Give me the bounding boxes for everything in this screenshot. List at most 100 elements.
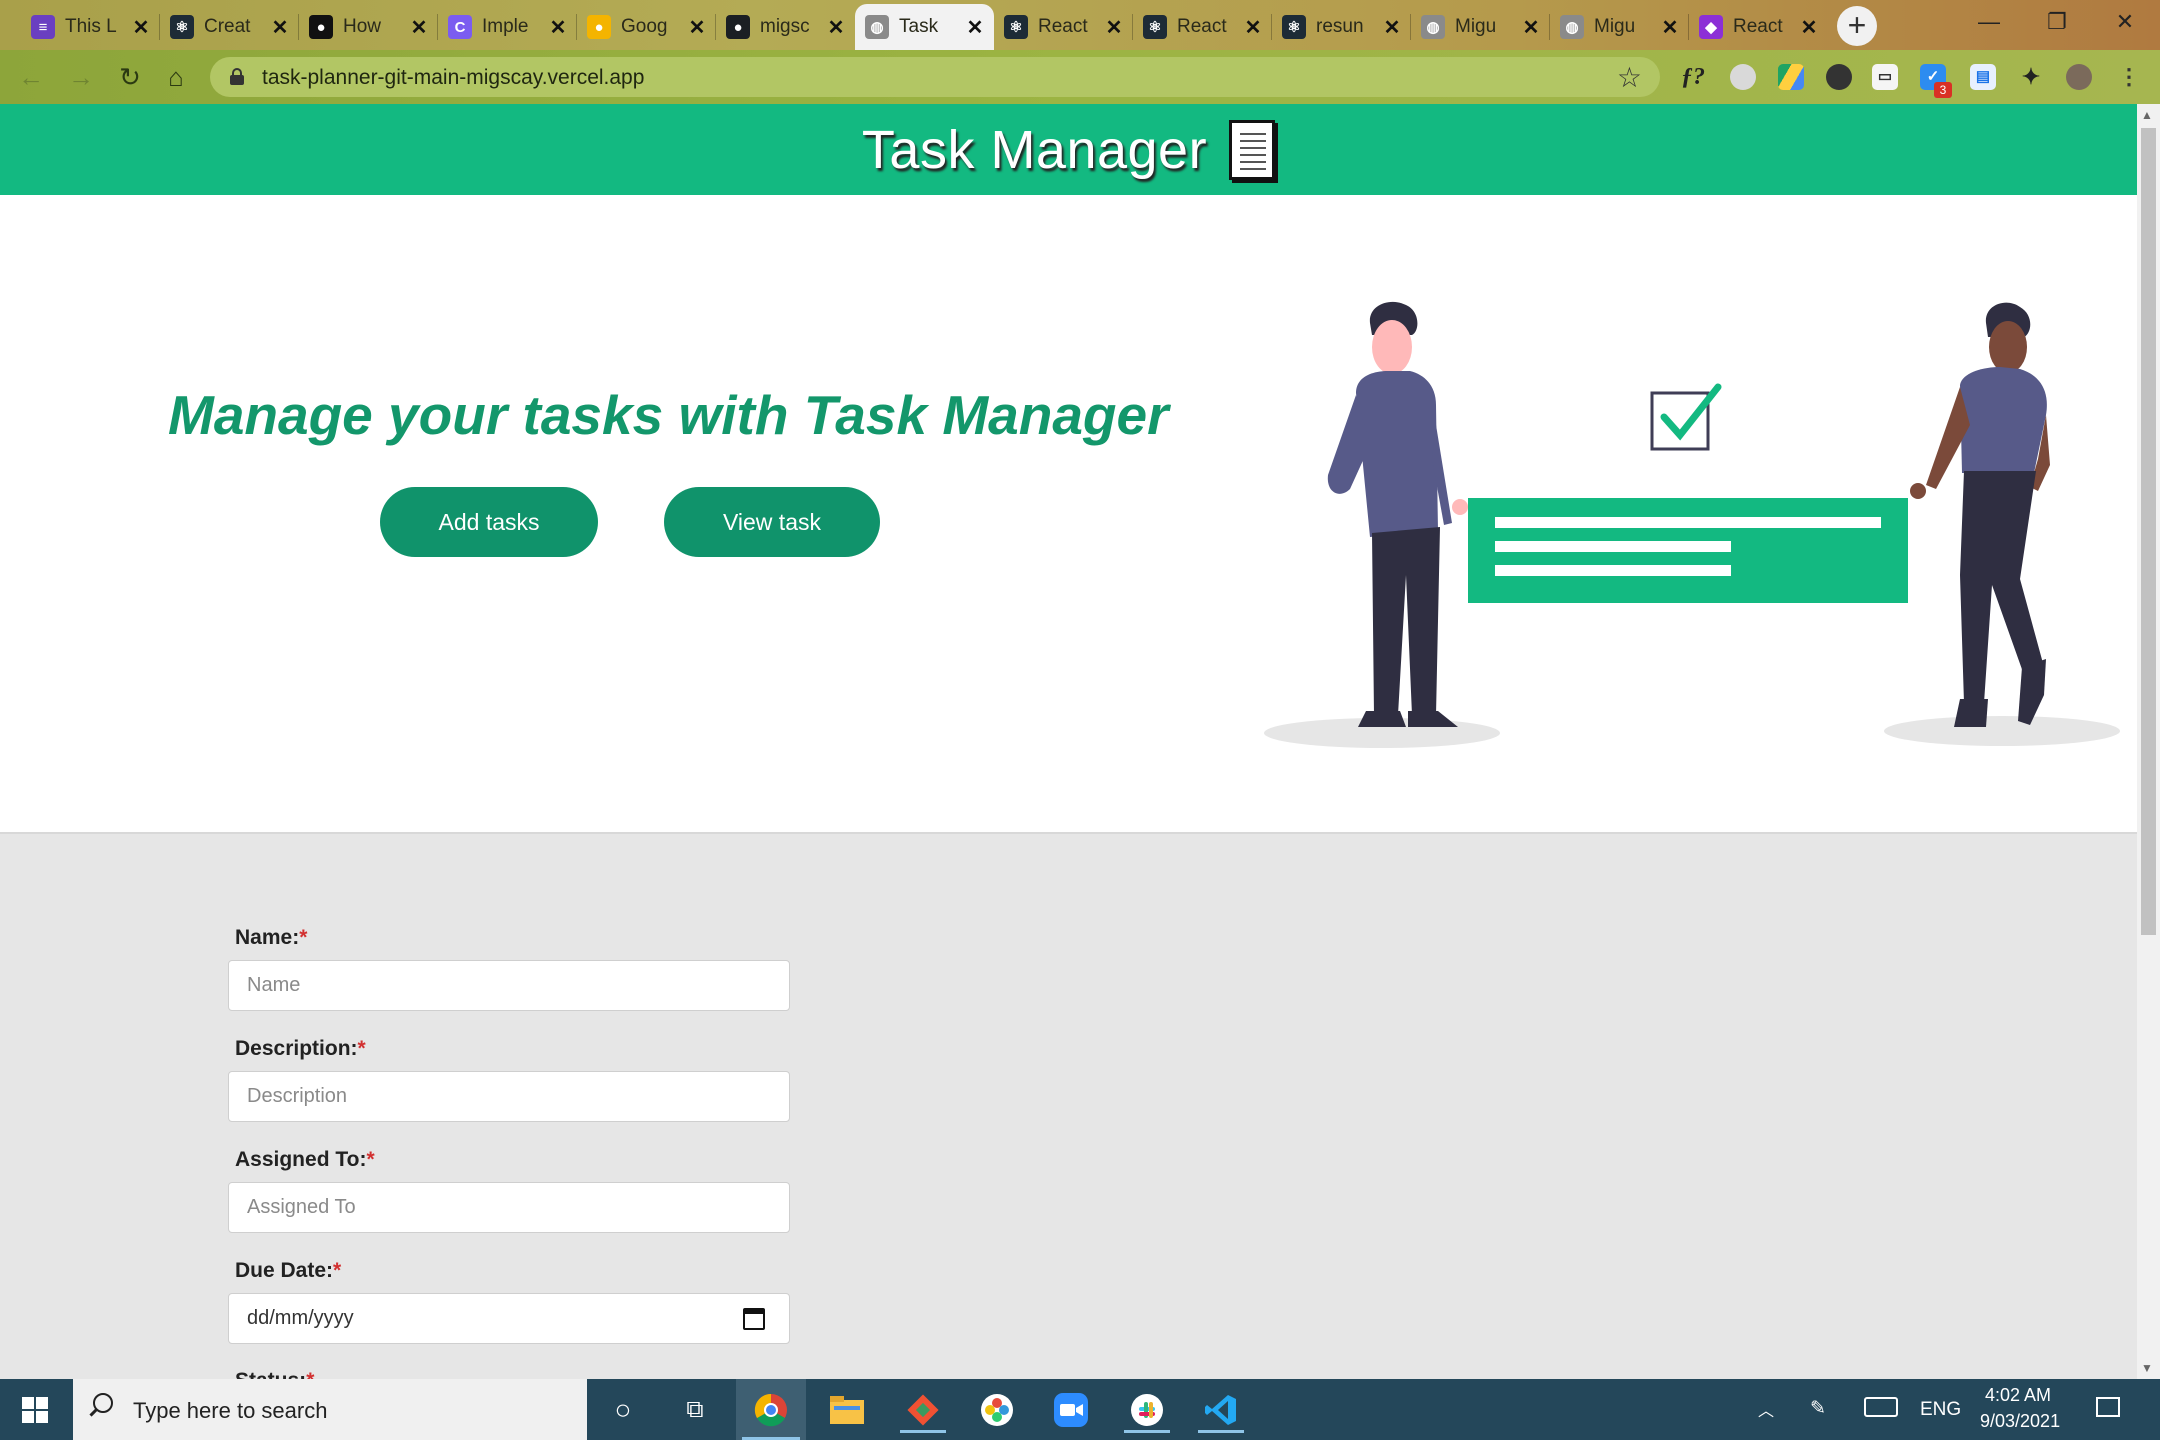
new-tab-button[interactable]: + xyxy=(1837,6,1877,46)
browser-tab[interactable]: ● Goog ✕ xyxy=(577,4,716,50)
close-tab-icon[interactable]: ✕ xyxy=(825,15,847,40)
minimize-button[interactable]: — xyxy=(1955,0,2023,46)
slack-app-icon[interactable] xyxy=(1124,1387,1170,1433)
photos-app-icon[interactable] xyxy=(974,1387,1020,1433)
browser-tab-strip: + — ❐ ✕ ≡ This L ✕ ⚛ Creat ✕ ● How ✕ C Imple ✕ ● Goog… xyxy=(0,0,2160,50)
browser-tab-label: Migu xyxy=(1455,16,1497,37)
browser-tab-label: Imple xyxy=(482,16,529,37)
task-view-icon[interactable]: ⧉ xyxy=(672,1387,718,1433)
browser-tab[interactable]: ⚛ resun ✕ xyxy=(1272,4,1411,50)
stack-icon: ◆ xyxy=(1699,15,1723,39)
browser-tab[interactable]: ● How ✕ xyxy=(299,4,438,50)
name-label: Name:* xyxy=(235,926,308,949)
due-date-label: Due Date:* xyxy=(235,1259,342,1282)
close-tab-icon[interactable]: ✕ xyxy=(1798,15,1820,40)
browser-tab[interactable]: ⚛ React ✕ xyxy=(1133,4,1272,50)
windows-start-icon[interactable] xyxy=(22,1397,48,1423)
globe-icon: ◍ xyxy=(865,15,889,39)
hero-heading: Manage your tasks with Task Manager xyxy=(168,384,1169,446)
close-window-button[interactable]: ✕ xyxy=(2091,0,2159,46)
close-tab-icon[interactable]: ✕ xyxy=(269,15,291,40)
close-tab-icon[interactable]: ✕ xyxy=(1659,15,1681,40)
clock-time[interactable]: 4:02 AM xyxy=(1985,1385,2051,1406)
browser-tab[interactable]: ≡ This L ✕ xyxy=(21,4,160,50)
react-icon: ⚛ xyxy=(1282,15,1306,39)
assigned-to-input[interactable] xyxy=(228,1182,790,1233)
calendar-icon[interactable] xyxy=(743,1308,765,1330)
scrollbar-thumb[interactable] xyxy=(2141,128,2156,935)
close-tab-icon[interactable]: ✕ xyxy=(964,15,986,40)
medium-icon: ● xyxy=(309,15,333,39)
extension-icon[interactable] xyxy=(1826,64,1852,90)
close-tab-icon[interactable]: ✕ xyxy=(1103,15,1125,40)
restore-button[interactable]: ❐ xyxy=(2023,0,2091,46)
circle-extension-icon[interactable] xyxy=(1730,64,1756,90)
browser-tab-label: Migu xyxy=(1594,16,1636,37)
pen-icon[interactable]: ✎ xyxy=(1810,1397,1826,1420)
tab-separator xyxy=(715,14,716,40)
lightbulb-icon: ● xyxy=(587,15,611,39)
drive-icon[interactable] xyxy=(1778,64,1804,90)
file-explorer-icon[interactable] xyxy=(824,1387,870,1433)
tray-chevron-up-icon[interactable]: ︿ xyxy=(1758,1397,1774,1421)
docs-extension-icon[interactable]: ▤ xyxy=(1970,64,1996,90)
scroll-down-arrow-icon[interactable]: ▼ xyxy=(2141,1361,2153,1375)
browser-tab[interactable]: ◍ Task ✕ xyxy=(855,4,994,50)
due-date-value: dd/mm/yyyy xyxy=(247,1307,354,1329)
home-icon[interactable]: ⌂ xyxy=(159,60,193,94)
browser-tab[interactable]: ⚛ Creat ✕ xyxy=(160,4,299,50)
cortana-icon[interactable]: ○ xyxy=(600,1387,646,1433)
page-scrollbar[interactable]: ▲ ▼ xyxy=(2137,104,2160,1379)
formula-extension-icon[interactable]: ƒ? xyxy=(1680,64,1706,90)
description-input[interactable] xyxy=(228,1071,790,1122)
keyboard-icon[interactable] xyxy=(1864,1397,1898,1417)
due-date-input[interactable]: dd/mm/yyyy xyxy=(228,1293,790,1344)
close-tab-icon[interactable]: ✕ xyxy=(408,15,430,40)
vscode-app-icon[interactable] xyxy=(1198,1387,1244,1433)
clock-date[interactable]: 9/03/2021 xyxy=(1980,1411,2060,1432)
url-text[interactable]: task-planner-git-main-migscay.vercel.app xyxy=(262,66,644,90)
zoom-app-icon[interactable] xyxy=(1048,1387,1094,1433)
browser-tab[interactable]: ● migsc ✕ xyxy=(716,4,855,50)
close-tab-icon[interactable]: ✕ xyxy=(1242,15,1264,40)
browser-tab[interactable]: ⚛ React ✕ xyxy=(994,4,1133,50)
back-arrow-icon[interactable]: ← xyxy=(14,60,48,94)
browser-tab-label: resun xyxy=(1316,16,1364,37)
close-tab-icon[interactable]: ✕ xyxy=(1381,15,1403,40)
address-bar[interactable]: task-planner-git-main-migscay.vercel.app… xyxy=(210,57,1660,97)
name-input[interactable] xyxy=(228,960,790,1011)
github-icon: ● xyxy=(726,15,750,39)
forward-arrow-icon[interactable]: → xyxy=(64,60,98,94)
bookmark-star-icon[interactable]: ☆ xyxy=(1617,61,1642,94)
notifications-icon[interactable] xyxy=(2096,1397,2120,1417)
menu-kebab-icon[interactable]: ⋮ xyxy=(2116,64,2142,90)
close-tab-icon[interactable]: ✕ xyxy=(130,15,152,40)
profile-avatar[interactable] xyxy=(2066,64,2092,90)
browser-tab-label: migsc xyxy=(760,16,810,37)
close-tab-icon[interactable]: ✕ xyxy=(1520,15,1542,40)
close-tab-icon[interactable]: ✕ xyxy=(547,15,569,40)
reload-icon[interactable]: ↻ xyxy=(113,60,147,94)
browser-tab[interactable]: ◍ Migu ✕ xyxy=(1550,4,1689,50)
view-task-button[interactable]: View task xyxy=(664,487,880,557)
tab-separator xyxy=(1410,14,1411,40)
browser-tab[interactable]: C Imple ✕ xyxy=(438,4,577,50)
browser-tab-label: Task xyxy=(899,16,939,37)
add-tasks-button[interactable]: Add tasks xyxy=(380,487,598,557)
browser-tab[interactable]: ◆ React ✕ xyxy=(1689,4,1828,50)
browser-tab[interactable]: ◍ Migu ✕ xyxy=(1411,4,1550,50)
taskbar-search-text: Type here to search xyxy=(133,1398,328,1423)
tab-separator xyxy=(1549,14,1550,40)
tab-separator xyxy=(1688,14,1689,40)
chrome-taskbar-icon[interactable] xyxy=(736,1379,806,1440)
cast-icon[interactable]: ▭ xyxy=(1872,64,1898,90)
scroll-up-arrow-icon[interactable]: ▲ xyxy=(2141,108,2153,122)
close-tab-icon[interactable]: ✕ xyxy=(686,15,708,40)
globe-icon: ◍ xyxy=(1560,15,1584,39)
git-app-icon[interactable] xyxy=(900,1387,946,1433)
puzzle-icon[interactable]: ✦ xyxy=(2018,64,2044,90)
taskbar-search-box[interactable]: Type here to search xyxy=(73,1379,587,1440)
browser-tab-label: Creat xyxy=(204,16,251,37)
language-indicator[interactable]: ENG xyxy=(1920,1399,1961,1421)
description-label: Description:* xyxy=(235,1037,366,1060)
